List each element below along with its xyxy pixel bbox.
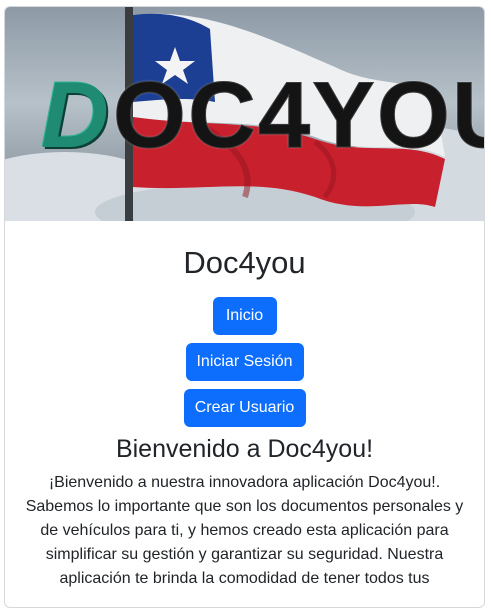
doc4you-logo: D OC4YOU — [41, 67, 484, 162]
logo-text: OC4YOU — [112, 61, 484, 167]
welcome-heading: Bienvenido a Doc4you! — [115, 435, 374, 463]
logo-letter-d: D — [41, 61, 111, 167]
intro-paragraph: ¡Bienvenido a nuestra innovadora aplicac… — [25, 474, 464, 587]
site-title: Doc4you — [183, 245, 306, 280]
main-card: D OC4YOU Doc4you Inicio Iniciar Sesión C… — [4, 6, 485, 608]
card-body: Doc4you Inicio Iniciar Sesión Crear Usua… — [5, 221, 484, 591]
crear-usuario-button[interactable]: Crear Usuario — [183, 389, 306, 427]
hero-banner: D OC4YOU — [5, 7, 484, 221]
inicio-button[interactable]: Inicio — [212, 297, 277, 335]
iniciar-sesion-button[interactable]: Iniciar Sesión — [185, 343, 304, 381]
